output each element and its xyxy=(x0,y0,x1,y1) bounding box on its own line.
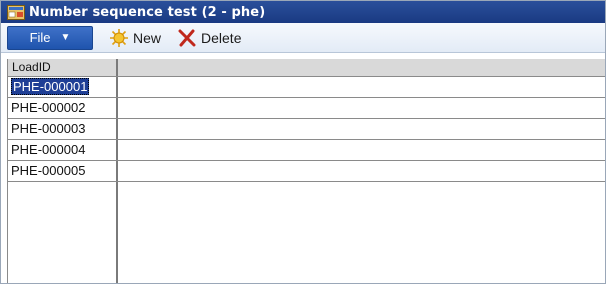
delete-button[interactable]: Delete xyxy=(177,29,241,47)
new-button-label: New xyxy=(133,29,162,46)
app-form-icon xyxy=(7,4,25,20)
selected-cell-text: PHE-000001 xyxy=(11,78,90,95)
new-star-icon xyxy=(110,28,128,47)
loadid-cell[interactable]: PHE-000001 xyxy=(8,77,118,97)
form-window: Number sequence test (2 - phe) File ▼ Ne… xyxy=(0,0,606,284)
new-button[interactable]: New xyxy=(109,28,161,48)
file-menu-button[interactable]: File ▼ xyxy=(7,25,93,50)
column-header-loadid[interactable]: LoadID xyxy=(8,59,118,76)
chevron-down-icon: ▼ xyxy=(60,32,71,43)
delete-button-label: Delete xyxy=(201,29,242,46)
file-menu-label: File xyxy=(29,30,51,45)
row-filler xyxy=(118,77,605,97)
title-bar: Number sequence test (2 - phe) xyxy=(1,1,605,23)
table-row[interactable]: PHE-000005 xyxy=(8,161,605,182)
loadid-cell[interactable]: PHE-000003 xyxy=(8,119,118,139)
row-filler xyxy=(118,161,605,181)
loadid-cell[interactable]: PHE-000004 xyxy=(8,140,118,160)
row-filler xyxy=(118,98,605,118)
row-filler xyxy=(118,140,605,160)
action-pane: File ▼ New Delete xyxy=(1,23,605,53)
grid-empty-area xyxy=(8,182,118,283)
grid-header: LoadID xyxy=(8,59,605,77)
table-row[interactable]: PHE-000001 xyxy=(8,77,605,98)
delete-x-icon xyxy=(178,29,196,46)
loadid-cell[interactable]: PHE-000002 xyxy=(8,98,118,118)
table-row[interactable]: PHE-000002 xyxy=(8,98,605,119)
table-row[interactable]: PHE-000003 xyxy=(8,119,605,140)
header-filler xyxy=(118,59,605,76)
loadid-cell[interactable]: PHE-000005 xyxy=(8,161,118,181)
window-title: Number sequence test (2 - phe) xyxy=(29,4,266,20)
table-row[interactable]: PHE-000004 xyxy=(8,140,605,161)
row-filler xyxy=(118,119,605,139)
load-grid: LoadID PHE-000001 PHE-000002 PHE-000003 … xyxy=(7,59,605,283)
